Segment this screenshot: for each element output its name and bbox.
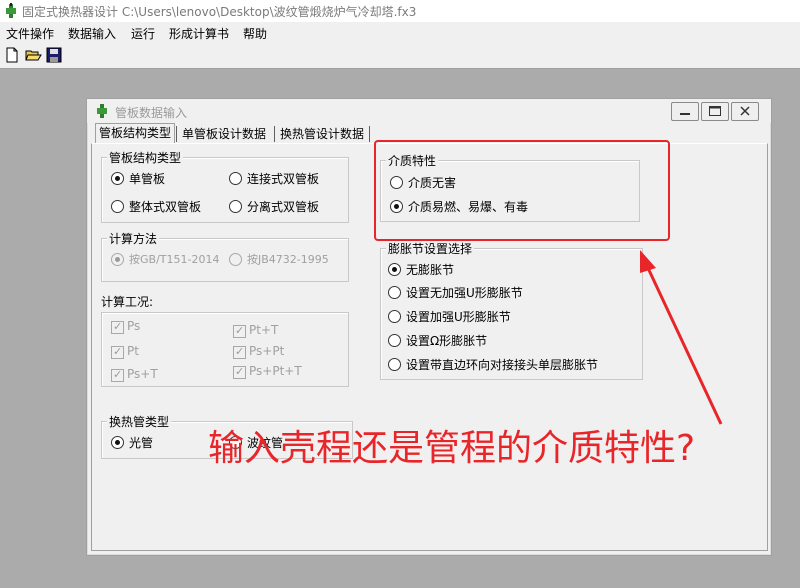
annotation-text: 输入壳程还是管程的介质特性? — [208, 428, 696, 469]
annotation-arrow-icon — [640, 250, 723, 425]
